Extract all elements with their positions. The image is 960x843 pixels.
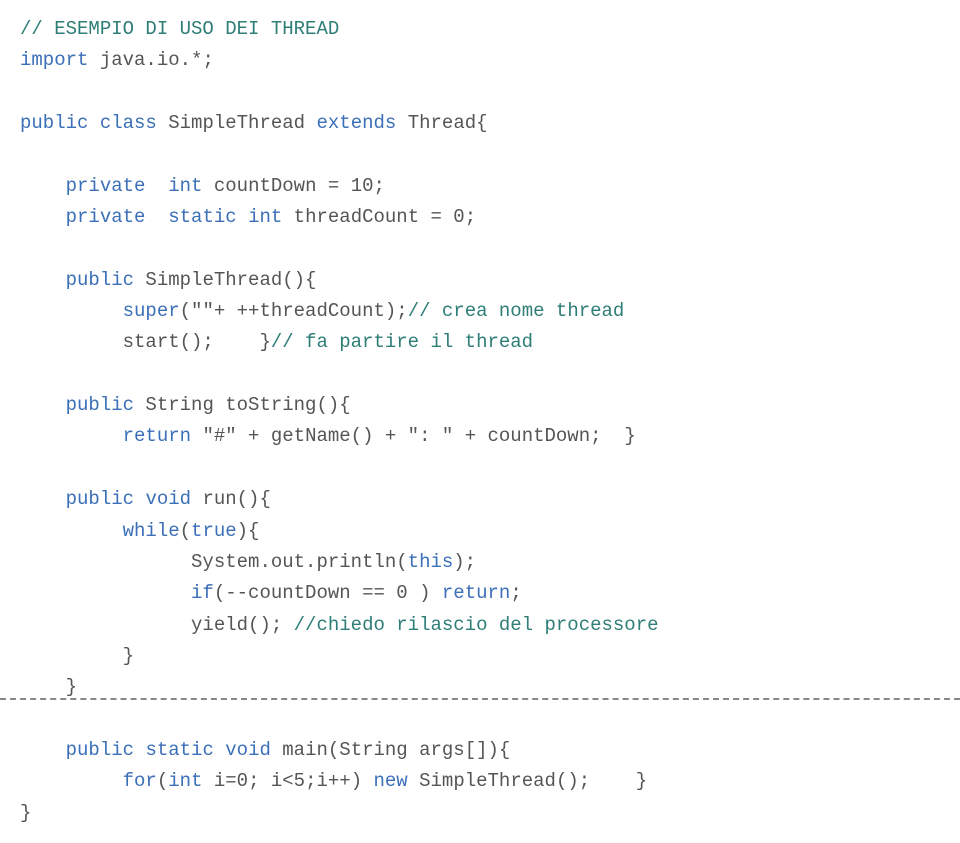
code-line: super(""+ ++threadCount);// crea nome th…: [20, 296, 940, 327]
code-line: public void run(){: [20, 484, 940, 515]
code-segment: new: [374, 770, 408, 792]
code-line: }: [20, 798, 940, 829]
code-segment: int: [168, 770, 202, 792]
code-segment: [20, 206, 66, 228]
code-segment: "#" + getName() + ": " + countDown; }: [191, 425, 636, 447]
code-segment: void: [225, 739, 271, 761]
code-segment: // fa partire il thread: [271, 331, 533, 353]
code-segment: [88, 112, 99, 134]
code-segment: public: [66, 394, 134, 416]
code-segment: String toString(){: [134, 394, 351, 416]
code-line: // ESEMPIO DI USO DEI THREAD: [20, 14, 940, 45]
code-segment: [20, 394, 66, 416]
code-line: while(true){: [20, 516, 940, 547]
code-segment: ;: [510, 582, 521, 604]
code-segment: public: [66, 269, 134, 291]
code-segment: this: [408, 551, 454, 573]
code-line: public class SimpleThread extends Thread…: [20, 108, 940, 139]
code-line: private int countDown = 10;: [20, 171, 940, 202]
code-segment: [134, 488, 145, 510]
code-segment: // crea nome thread: [408, 300, 625, 322]
code-segment: }: [20, 802, 31, 824]
code-line: private static int threadCount = 0;: [20, 202, 940, 233]
code-segment: [20, 770, 123, 792]
code-line: [20, 139, 940, 170]
code-segment: true: [191, 520, 237, 542]
code-line: public static void main(String args[]){: [20, 735, 940, 766]
code-segment: [134, 739, 145, 761]
code-segment: [20, 300, 123, 322]
code-segment: [20, 269, 66, 291]
code-segment: ){: [237, 520, 260, 542]
code-segment: [145, 206, 168, 228]
code-line: public SimpleThread(){: [20, 265, 940, 296]
code-segment: static: [145, 739, 213, 761]
code-segment: start(); }: [20, 331, 271, 353]
code-segment: return: [442, 582, 510, 604]
code-segment: i=0; i<5;i++): [202, 770, 373, 792]
code-line: public String toString(){: [20, 390, 940, 421]
code-segment: yield();: [20, 614, 294, 636]
code-line: [20, 453, 940, 484]
code-segment: while: [123, 520, 180, 542]
code-segment: for: [123, 770, 157, 792]
code-segment: System.out.println(: [20, 551, 408, 573]
code-line: import java.io.*;: [20, 45, 940, 76]
code-segment: // ESEMPIO DI USO DEI THREAD: [20, 18, 339, 40]
code-segment: [20, 582, 191, 604]
code-segment: private: [66, 175, 146, 197]
code-segment: private: [66, 206, 146, 228]
code-segment: //chiedo rilascio del processore: [294, 614, 659, 636]
code-segment: (: [157, 770, 168, 792]
code-segment: [20, 175, 66, 197]
code-segment: (: [180, 520, 191, 542]
code-segment: import: [20, 49, 88, 71]
code-segment: int: [168, 175, 202, 197]
code-segment: Thread{: [396, 112, 487, 134]
code-segment: [20, 739, 66, 761]
code-segment: if: [191, 582, 214, 604]
code-segment: countDown = 10;: [202, 175, 384, 197]
code-segment: );: [453, 551, 476, 573]
code-segment: [20, 425, 123, 447]
code-segment: public: [66, 739, 134, 761]
code-segment: SimpleThread(){: [134, 269, 316, 291]
code-segment: (""+ ++threadCount);: [180, 300, 408, 322]
code-segment: static int: [168, 206, 282, 228]
code-segment: [214, 739, 225, 761]
code-segment: java.io.*;: [88, 49, 213, 71]
code-segment: super: [123, 300, 180, 322]
code-line: }: [20, 641, 940, 672]
code-block: // ESEMPIO DI USO DEI THREAD import java.…: [0, 0, 960, 843]
code-segment: SimpleThread: [157, 112, 317, 134]
code-segment: class: [100, 112, 157, 134]
code-segment: void: [145, 488, 191, 510]
code-segment: SimpleThread(); }: [408, 770, 647, 792]
code-segment: run(){: [191, 488, 271, 510]
code-segment: [20, 488, 66, 510]
code-segment: (--countDown == 0 ): [214, 582, 442, 604]
code-line: yield(); //chiedo rilascio del processor…: [20, 610, 940, 641]
code-segment: }: [20, 645, 134, 667]
code-segment: main(String args[]){: [271, 739, 510, 761]
code-line: start(); }// fa partire il thread: [20, 327, 940, 358]
code-segment: extends: [316, 112, 396, 134]
code-line: [20, 704, 940, 735]
code-line: [20, 77, 940, 108]
code-segment: public: [20, 112, 88, 134]
code-segment: public: [66, 488, 134, 510]
code-segment: [145, 175, 168, 197]
code-line: [20, 359, 940, 390]
code-segment: threadCount = 0;: [282, 206, 476, 228]
code-line: if(--countDown == 0 ) return;: [20, 578, 940, 609]
code-line: for(int i=0; i<5;i++) new SimpleThread()…: [20, 766, 940, 797]
code-segment: }: [20, 676, 77, 698]
code-segment: return: [123, 425, 191, 447]
code-line: [20, 233, 940, 264]
code-line: System.out.println(this);: [20, 547, 940, 578]
code-segment: [20, 520, 123, 542]
bottom-border: [0, 698, 960, 700]
code-line: return "#" + getName() + ": " + countDow…: [20, 421, 940, 452]
